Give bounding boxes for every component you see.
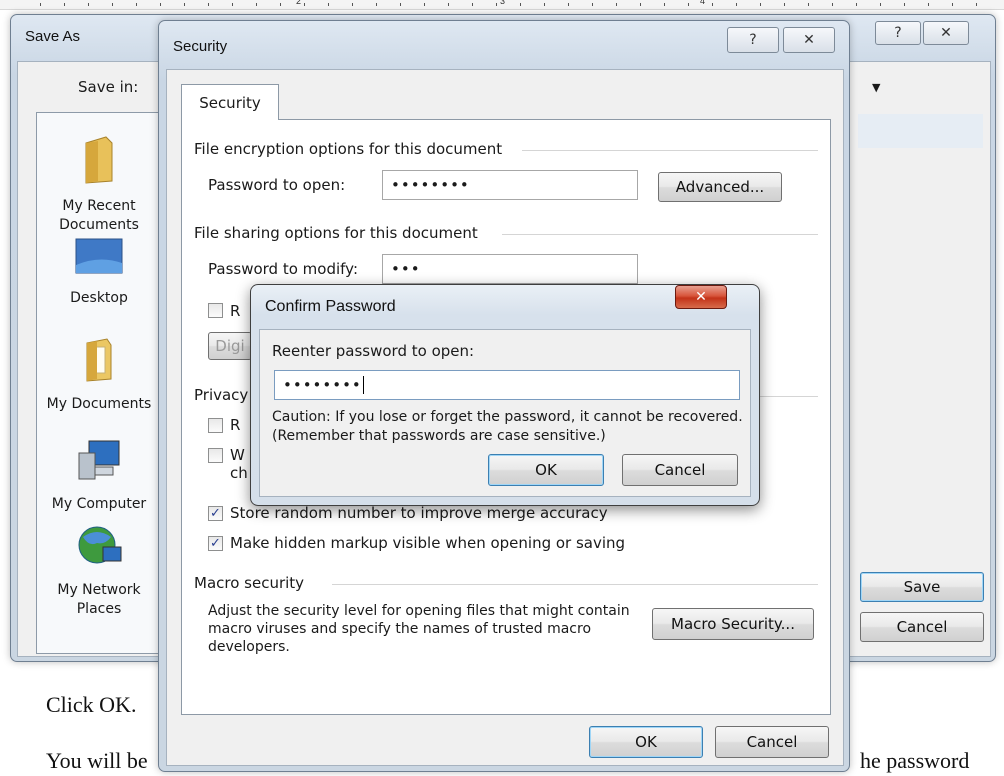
place-my-documents[interactable]: My Documents (37, 337, 161, 414)
save-button[interactable]: Save (860, 572, 984, 602)
close-button[interactable]: ✕ (675, 285, 727, 309)
desktop-icon (75, 238, 123, 274)
hidden-markup-label: Make hidden markup visible when opening … (230, 534, 626, 552)
warn-before-print-label-cont: ch (230, 464, 248, 482)
ruler-number: 4 (700, 0, 706, 6)
help-icon: ? (749, 32, 757, 48)
confirm-client-area: Reenter password to open: •••••••• Cauti… (259, 329, 751, 497)
store-random-number-checkbox[interactable]: ✓ (208, 506, 223, 521)
help-icon: ? (894, 25, 902, 41)
ruler-number: 3 (500, 0, 506, 6)
sharing-group-label: File sharing options for this document (194, 224, 478, 242)
text-cursor (362, 376, 364, 394)
password-modify-input[interactable]: ••• (382, 254, 638, 284)
place-label: My Recent Documents (59, 198, 139, 233)
remove-personal-info-label: R (230, 416, 241, 434)
place-label: Desktop (70, 290, 128, 306)
close-icon: ✕ (803, 32, 815, 48)
read-only-checkbox[interactable] (208, 303, 223, 318)
place-label: My Computer (51, 496, 147, 512)
recent-documents-folder-icon (85, 136, 113, 184)
group-divider (502, 234, 818, 235)
ok-button[interactable]: OK (488, 454, 604, 486)
hidden-markup-checkbox[interactable]: ✓ (208, 536, 223, 551)
place-my-computer[interactable]: My Computer (37, 439, 161, 514)
place-desktop[interactable]: Desktop (37, 237, 161, 308)
read-only-label: R (230, 302, 241, 320)
warn-before-print-label: W (230, 446, 245, 464)
reenter-password-value: •••••••• (283, 376, 362, 394)
save-in-dropdown[interactable]: ▼ (858, 74, 978, 100)
chevron-down-icon: ▼ (872, 80, 881, 94)
network-globe-icon (78, 526, 122, 564)
privacy-group-label: Privacy (194, 386, 249, 404)
cancel-button[interactable]: Cancel (715, 726, 829, 758)
close-button[interactable]: ✕ (923, 21, 969, 45)
group-divider (522, 150, 818, 151)
tab-label: Security (199, 93, 261, 112)
document-text-line: You will be (46, 748, 148, 773)
cancel-button[interactable]: Cancel (622, 454, 738, 486)
remove-personal-info-checkbox[interactable] (208, 418, 223, 433)
confirm-password-dialog: Confirm Password ✕ Reenter password to o… (250, 284, 760, 506)
password-open-label: Password to open: (208, 176, 346, 194)
save-in-label: Save in: (78, 78, 139, 96)
help-button[interactable]: ? (875, 21, 921, 45)
computer-icon (78, 440, 120, 480)
cancel-button[interactable]: Cancel (860, 612, 984, 642)
close-icon: ✕ (695, 289, 707, 305)
macro-security-button[interactable]: Macro Security... (652, 608, 814, 640)
places-bar: My Recent Documents Desktop My Documents (36, 112, 164, 654)
save-as-title: Save As (25, 28, 81, 45)
my-documents-folder-icon (86, 338, 112, 382)
macro-description: Adjust the security level for opening fi… (208, 603, 630, 655)
confirm-password-title: Confirm Password (265, 298, 396, 315)
close-icon: ✕ (940, 25, 952, 41)
password-open-input[interactable]: •••••••• (382, 170, 638, 200)
close-button[interactable]: ✕ (783, 27, 835, 53)
place-label: My Network Places (57, 582, 141, 617)
store-random-number-label: Store random number to improve merge acc… (230, 504, 608, 522)
advanced-button[interactable]: Advanced... (658, 172, 782, 202)
digital-signatures-button[interactable]: Digi (208, 332, 252, 360)
place-my-network-places[interactable]: My Network Places (37, 523, 161, 619)
warn-before-print-checkbox[interactable] (208, 448, 223, 463)
reenter-password-input[interactable]: •••••••• (274, 370, 740, 400)
password-modify-label: Password to modify: (208, 260, 358, 278)
group-divider (332, 584, 818, 585)
document-text-line: he password (860, 748, 970, 773)
tab-security[interactable]: Security (181, 84, 279, 120)
ok-button[interactable]: OK (589, 726, 703, 758)
reenter-password-label: Reenter password to open: (272, 342, 475, 360)
ruler-number: 2 (296, 0, 302, 6)
horizontal-ruler: 2 3 4 (0, 0, 1004, 10)
place-label: My Documents (46, 396, 152, 412)
security-dialog-title: Security (173, 38, 228, 55)
encryption-group-label: File encryption options for this documen… (194, 140, 503, 158)
caution-text: Caution: If you lose or forget the passw… (272, 409, 743, 444)
macro-group-label: Macro security (194, 574, 305, 592)
place-my-recent-documents[interactable]: My Recent Documents (37, 135, 161, 235)
help-button[interactable]: ? (727, 27, 779, 53)
file-list-header (858, 114, 983, 148)
document-text-line: Click OK. (46, 692, 137, 717)
